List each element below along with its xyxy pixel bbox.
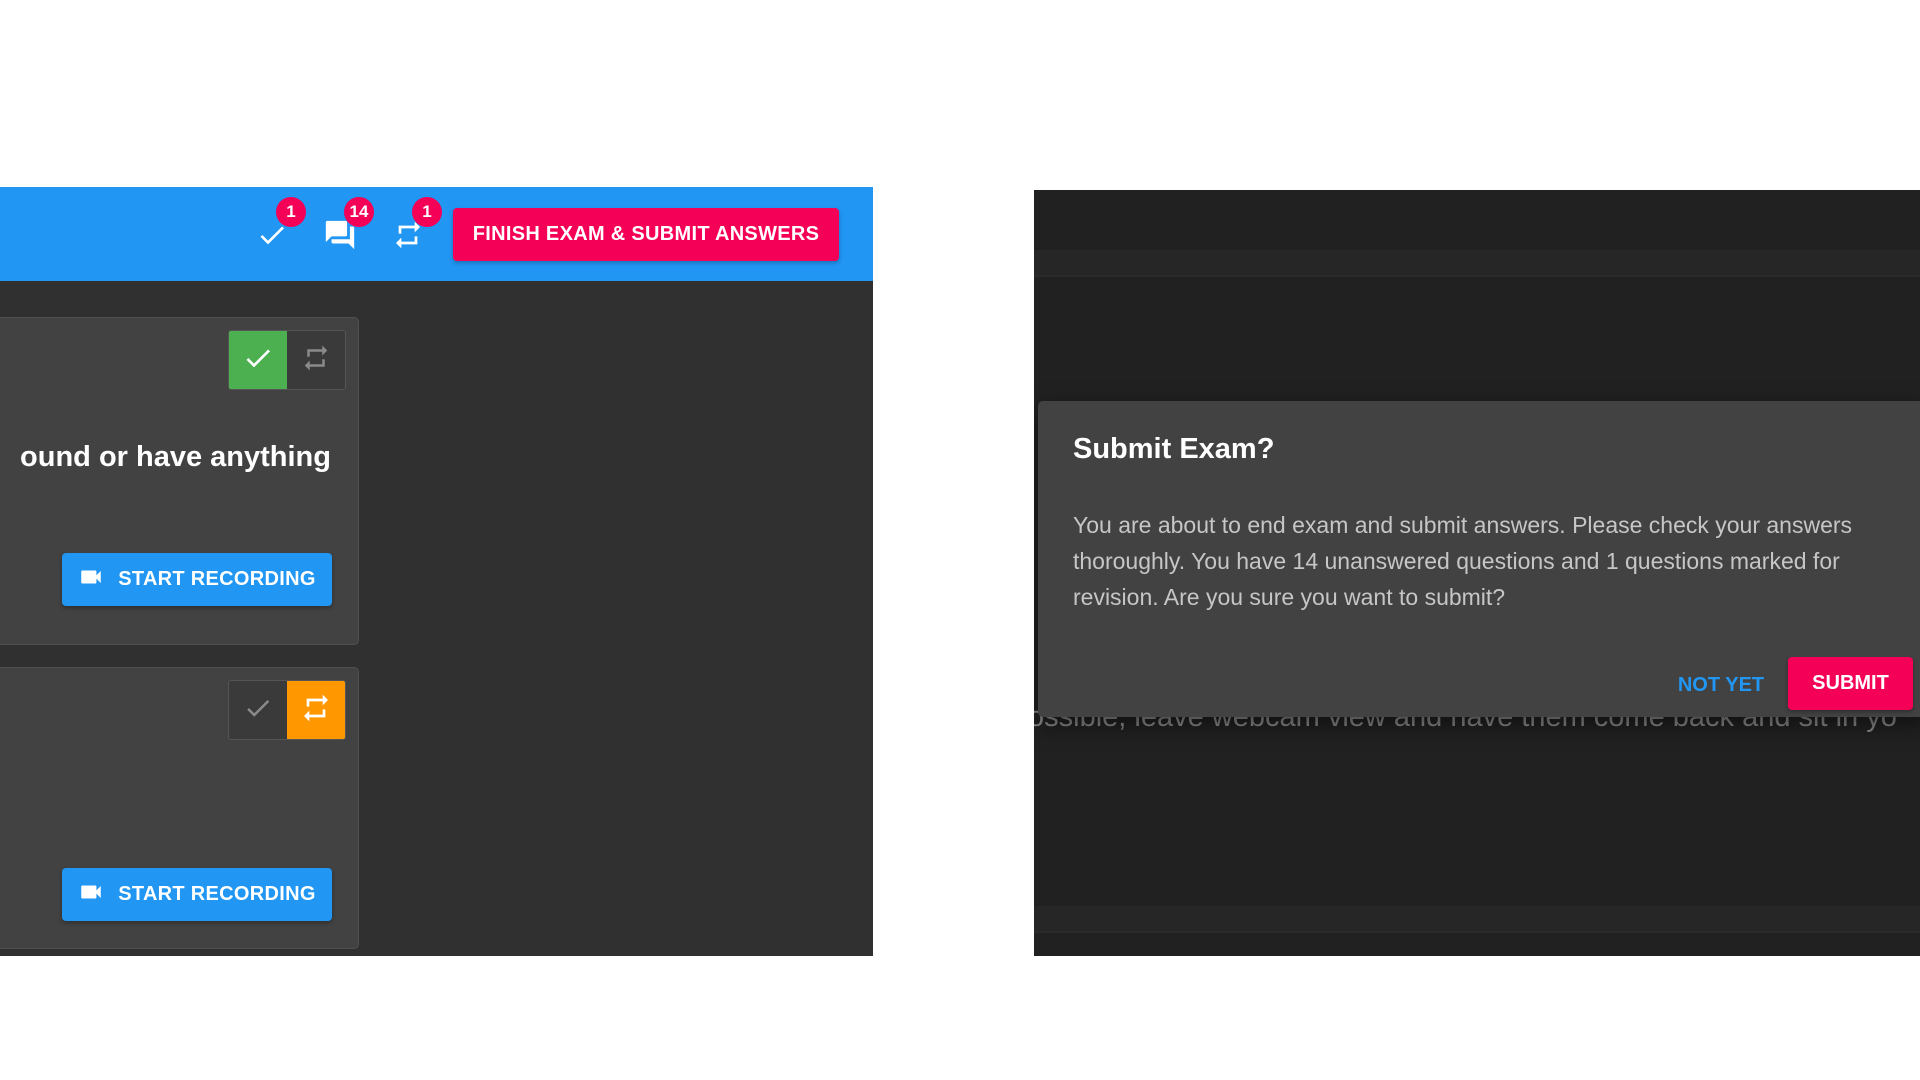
check-icon bbox=[243, 693, 273, 728]
start-recording-button[interactable]: START RECORDING bbox=[62, 553, 332, 606]
mark-answered-toggle[interactable] bbox=[229, 331, 287, 389]
question-status-toggle bbox=[228, 680, 346, 740]
unanswered-count-badge: 14 bbox=[344, 197, 374, 227]
question-text: ound or have anything bbox=[20, 441, 331, 473]
unanswered-questions-button[interactable]: 14 bbox=[320, 197, 374, 257]
revision-questions-button[interactable]: 1 bbox=[388, 197, 442, 257]
dialog-title: Submit Exam? bbox=[1073, 433, 1275, 465]
check-icon bbox=[242, 342, 274, 379]
dialog-message: You are about to end exam and submit ans… bbox=[1073, 512, 1853, 610]
answered-questions-button[interactable]: 1 bbox=[252, 197, 306, 257]
background-divider bbox=[1034, 250, 1920, 275]
question-status-toggle bbox=[228, 330, 346, 390]
question-card: ound or have anything START RECORDING bbox=[0, 317, 359, 645]
exam-toolbar: 1 14 1 FINISH EXAM & SUBMIT ANSWERS bbox=[0, 187, 873, 281]
videocam-icon bbox=[78, 879, 104, 911]
submit-exam-dialog: Submit Exam? You are about to end exam a… bbox=[1038, 401, 1920, 717]
mark-revision-toggle[interactable] bbox=[287, 331, 345, 389]
background-divider bbox=[1034, 906, 1920, 931]
repeat-icon bbox=[300, 692, 332, 729]
finish-exam-button[interactable]: FINISH EXAM & SUBMIT ANSWERS bbox=[453, 208, 839, 261]
start-recording-label: START RECORDING bbox=[118, 568, 316, 590]
start-recording-label: START RECORDING bbox=[118, 883, 316, 905]
submit-button[interactable]: SUBMIT bbox=[1788, 657, 1913, 710]
answered-count-badge: 1 bbox=[276, 197, 306, 227]
videocam-icon bbox=[78, 564, 104, 596]
background-divider bbox=[1034, 275, 1920, 277]
not-yet-button[interactable]: NOT YET bbox=[1668, 665, 1774, 705]
submit-dialog-view: ossible, leave webcam view and have them… bbox=[1034, 190, 1920, 956]
question-card: START RECORDING bbox=[0, 667, 359, 949]
exam-panel: 1 14 1 FINISH EXAM & SUBMIT ANSWERS ound… bbox=[0, 187, 873, 956]
background-divider bbox=[1034, 931, 1920, 933]
repeat-icon bbox=[301, 343, 331, 378]
start-recording-button[interactable]: START RECORDING bbox=[62, 868, 332, 921]
revision-count-badge: 1 bbox=[412, 197, 442, 227]
mark-answered-toggle[interactable] bbox=[229, 681, 287, 739]
mark-revision-toggle[interactable] bbox=[287, 681, 345, 739]
